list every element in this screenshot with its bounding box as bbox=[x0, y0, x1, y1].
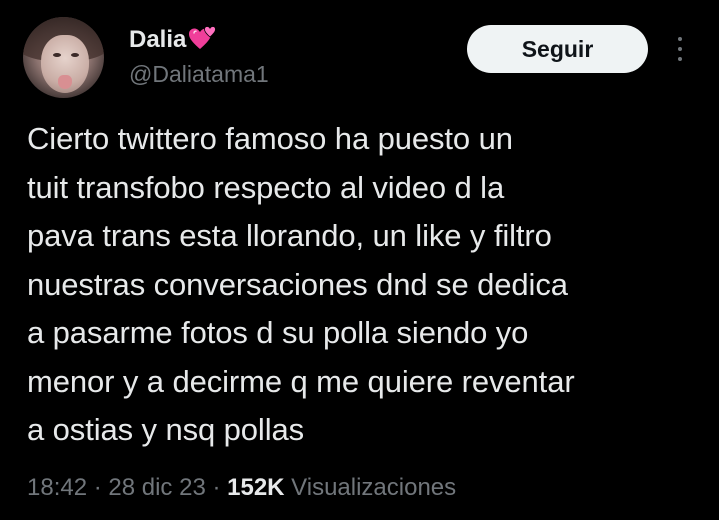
more-dot bbox=[678, 57, 682, 61]
avatar-eye-right bbox=[71, 53, 79, 57]
views-label: Visualizaciones bbox=[284, 474, 457, 501]
more-dot bbox=[678, 47, 682, 51]
tweet: Dalia @Daliatama1 Seguir Cierto twittero… bbox=[0, 0, 719, 520]
meta-separator: · bbox=[87, 474, 109, 501]
meta-separator: · bbox=[205, 474, 228, 501]
author-name-row[interactable]: Dalia bbox=[129, 26, 218, 54]
tweet-text: Cierto twittero famoso ha puesto un tuit… bbox=[27, 121, 575, 447]
avatar-eye-left bbox=[53, 53, 61, 57]
more-dot bbox=[678, 37, 682, 41]
tweet-date[interactable]: 28 dic 23 bbox=[108, 474, 205, 501]
views-count: 152K bbox=[227, 474, 285, 501]
avatar[interactable] bbox=[23, 17, 104, 98]
avatar-tongue bbox=[58, 75, 72, 89]
follow-button[interactable]: Seguir bbox=[467, 25, 648, 73]
two-hearts-icon bbox=[188, 25, 218, 51]
more-options-icon[interactable] bbox=[672, 33, 688, 65]
author-display-name[interactable]: Dalia bbox=[129, 26, 186, 54]
tweet-time[interactable]: 18:42 bbox=[27, 474, 87, 501]
author-handle[interactable]: @Daliatama1 bbox=[129, 60, 269, 88]
tweet-meta: 18:42 · 28 dic 23 · 152K Visualizaciones bbox=[27, 472, 456, 504]
